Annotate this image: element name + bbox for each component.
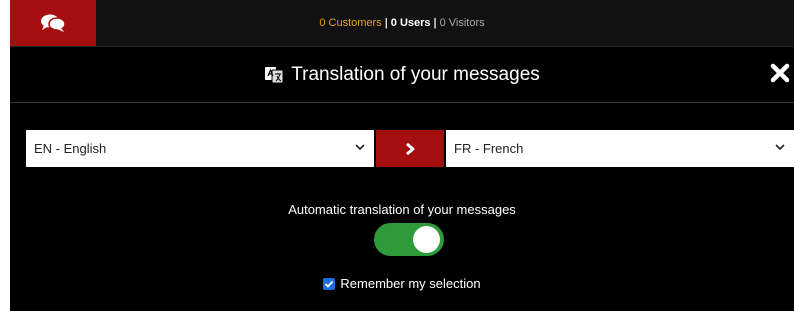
visitor-stats: 0 Customers | 0 Users | 0 Visitors [10,0,794,46]
top-bar: 0 Customers | 0 Users | 0 Visitors [10,0,794,47]
panel-header: Translation of your messages [10,47,794,103]
visitors-count[interactable]: 0 Visitors [440,17,485,29]
checkmark-icon [325,280,334,288]
language-selector-row: EN - English FR - French [26,130,794,167]
source-language-value: EN - English [34,141,107,156]
translate-icon [264,66,284,84]
panel-title-row: Translation of your messages [10,47,794,102]
chevron-down-icon [774,141,786,156]
remember-selection-label[interactable]: Remember my selection [340,276,480,291]
translate-direction-button[interactable] [376,130,444,167]
remember-selection-row: Remember my selection [10,276,794,291]
auto-translation-toggle[interactable] [374,223,444,256]
toggle-knob [413,226,440,253]
stats-separator: | [384,17,388,29]
customers-count[interactable]: 0 Customers [319,17,381,29]
target-language-value: FR - French [454,141,524,156]
chat-bubbles-icon [40,13,66,33]
chat-tab[interactable] [10,0,96,46]
chevron-right-icon [403,142,417,156]
remember-selection-checkbox[interactable] [323,277,336,290]
translation-panel: 0 Customers | 0 Users | 0 Visitors Trans… [10,0,794,311]
close-icon [770,63,790,83]
stats-separator: | [433,17,437,29]
source-language-select[interactable]: EN - English [26,130,374,167]
auto-translation-label: Automatic translation of your messages [288,202,516,217]
users-count[interactable]: 0 Users [391,17,431,29]
target-language-select[interactable]: FR - French [444,130,794,167]
close-button[interactable] [768,61,792,85]
panel-title: Translation of your messages [291,63,540,85]
chevron-down-icon [354,141,366,156]
